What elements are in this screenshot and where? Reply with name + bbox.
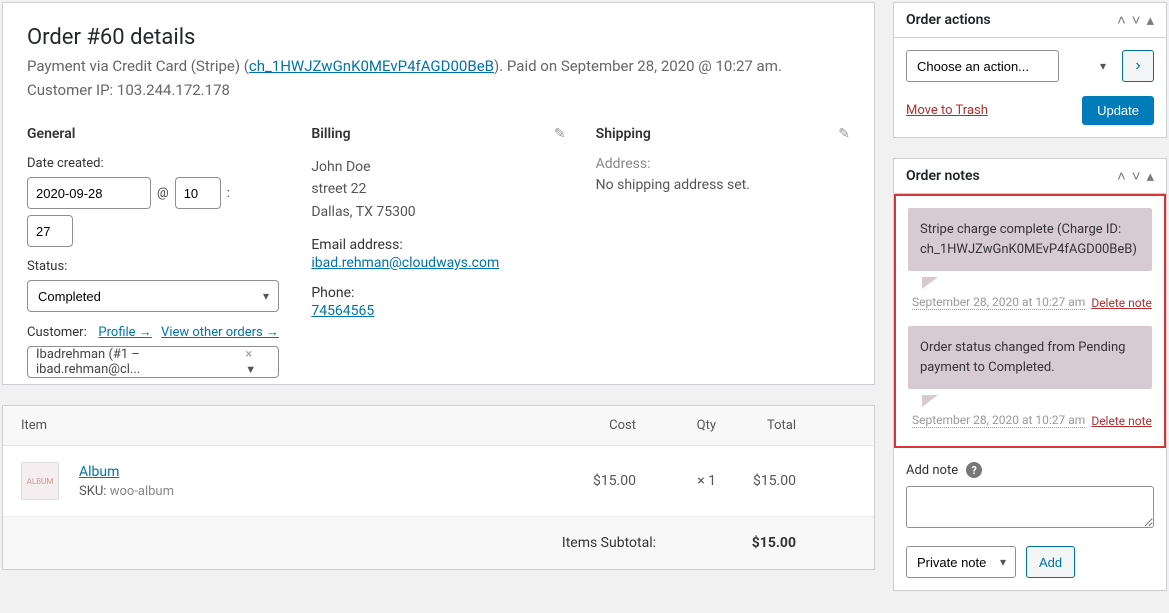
order-note: Order status changed from Pending paymen…	[908, 326, 1152, 389]
add-note-textarea[interactable]	[906, 486, 1154, 528]
move-to-trash-link[interactable]: Move to Trash	[906, 103, 988, 118]
item-qty: × 1	[636, 473, 716, 489]
move-down-icon[interactable]: ˅	[1132, 11, 1141, 29]
move-down-icon[interactable]: ˅	[1132, 167, 1141, 185]
update-button[interactable]: Update	[1082, 96, 1154, 125]
toggle-icon[interactable]: ▴	[1146, 167, 1154, 185]
date-input[interactable]	[27, 177, 151, 209]
customer-label: Customer:	[27, 325, 87, 340]
shipping-address-label: Address:	[596, 156, 850, 172]
billing-name: John Doe	[311, 156, 565, 178]
order-notes-heading: Order notes	[906, 168, 980, 184]
add-note-label: Add note	[906, 463, 958, 478]
edit-shipping-icon[interactable]: ✎	[838, 126, 850, 142]
order-note: Stripe charge complete (Charge ID: ch_1H…	[908, 208, 1152, 271]
move-up-icon[interactable]: ˄	[1117, 11, 1126, 29]
charge-link[interactable]: ch_1HWJZwGnK0MEvP4fAGD00BeB	[249, 57, 494, 75]
clear-customer-icon[interactable]: ×	[245, 347, 252, 362]
subtotal-label: Items Subtotal:	[562, 535, 656, 551]
sku-label: SKU:	[79, 484, 106, 499]
notes-highlighted-area: Stripe charge complete (Charge ID: ch_1H…	[894, 194, 1166, 448]
shipping-heading: Shipping	[596, 126, 850, 142]
profile-link[interactable]: Profile →	[98, 325, 151, 340]
item-total: $15.00	[716, 473, 796, 489]
note-timestamp: September 28, 2020 at 10:27 am	[912, 295, 1085, 310]
phone-label: Phone:	[311, 285, 565, 301]
billing-phone[interactable]: 74564565	[311, 303, 374, 319]
table-row: ALBUM Album SKU: woo-album $15.00 × 1 $1…	[3, 446, 874, 517]
billing-street: street 22	[311, 178, 565, 200]
general-heading: General	[27, 126, 281, 142]
status-select[interactable]: Completed	[27, 280, 279, 312]
note-type-select[interactable]: Private note	[906, 546, 1016, 578]
status-label: Status:	[27, 259, 281, 274]
customer-select[interactable]: Ibadrehman (#1 – ibad.rehman@cl... × ▼	[27, 346, 279, 378]
product-thumbnail[interactable]: ALBUM	[21, 462, 59, 500]
subtotal-value: $15.00	[716, 535, 796, 551]
at-symbol: @	[157, 186, 169, 201]
billing-city: Dallas, TX 75300	[311, 201, 565, 223]
note-timestamp: September 28, 2020 at 10:27 am	[912, 413, 1085, 428]
shipping-address-value: No shipping address set.	[596, 174, 850, 196]
items-table-header: Item Cost Qty Total	[3, 406, 874, 446]
order-actions-heading: Order actions	[906, 12, 991, 28]
product-name-link[interactable]: Album	[79, 464, 119, 480]
add-note-button[interactable]: Add	[1026, 546, 1075, 578]
move-up-icon[interactable]: ˄	[1117, 167, 1126, 185]
order-title: Order #60 details	[27, 25, 850, 50]
help-icon[interactable]: ?	[966, 462, 982, 478]
hour-input[interactable]	[175, 177, 221, 209]
view-orders-link[interactable]: View other orders →	[161, 325, 279, 340]
minute-input[interactable]	[27, 215, 73, 247]
order-subtitle: Payment via Credit Card (Stripe) (ch_1HW…	[27, 54, 850, 102]
item-cost: $15.00	[556, 473, 636, 489]
date-created-label: Date created:	[27, 156, 281, 171]
apply-action-button[interactable]: ›	[1122, 50, 1154, 82]
email-label: Email address:	[311, 237, 565, 253]
colon-symbol: :	[227, 186, 230, 201]
toggle-icon[interactable]: ▴	[1146, 11, 1154, 29]
delete-note-link[interactable]: Delete note	[1091, 414, 1152, 428]
billing-email[interactable]: ibad.rehman@cloudways.com	[311, 255, 499, 271]
chevron-down-icon: ▼	[245, 363, 256, 376]
sku-value: woo-album	[110, 484, 174, 499]
delete-note-link[interactable]: Delete note	[1091, 296, 1152, 310]
order-action-select[interactable]: Choose an action...	[906, 50, 1059, 82]
billing-heading: Billing	[311, 126, 565, 142]
edit-billing-icon[interactable]: ✎	[554, 126, 566, 142]
